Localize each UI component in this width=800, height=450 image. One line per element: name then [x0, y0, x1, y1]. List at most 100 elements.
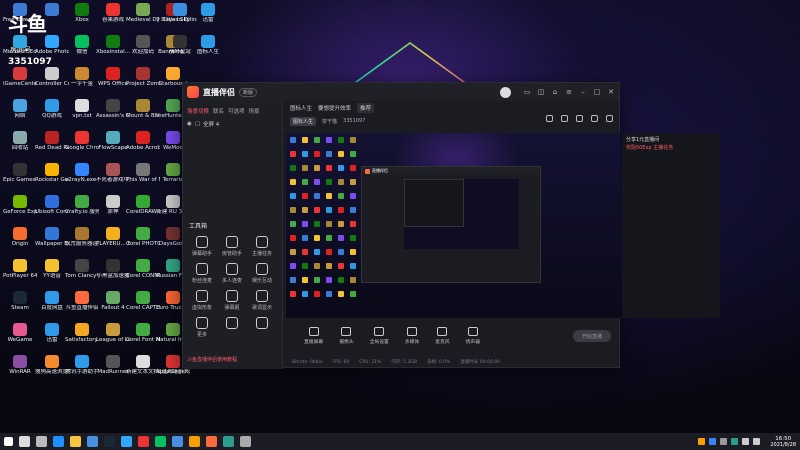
close-icon[interactable]: ✕	[607, 88, 615, 96]
app3-icon[interactable]	[206, 436, 217, 447]
scene-tab-1[interactable]: 图标人生	[290, 104, 312, 112]
desktop-shortcut[interactable]: GeForce Experience	[3, 194, 37, 225]
tray-app-icon[interactable]	[720, 438, 728, 445]
steam-icon[interactable]	[104, 436, 115, 447]
edge-icon[interactable]	[53, 436, 64, 447]
desktop-shortcut[interactable]: Xboxinstal...	[96, 34, 130, 65]
desktop-shortcut[interactable]: Tom Clancy's R...	[65, 258, 99, 289]
taskview-icon[interactable]	[36, 436, 47, 447]
desktop-shortcut[interactable]: Crafty.io 服务器列表	[65, 194, 99, 225]
desktop-shortcut[interactable]: PotPlayer 64 bit	[3, 258, 37, 289]
desktop-shortcut[interactable]: 一字千金	[66, 66, 98, 97]
volume-icon[interactable]	[753, 438, 761, 445]
desktop-shortcut[interactable]: Ubisoft Connect	[35, 194, 69, 225]
desktop-shortcut[interactable]: Adobe Photosh...	[35, 34, 69, 65]
desktop-shortcut[interactable]: 微信	[66, 34, 98, 65]
toolbox-item[interactable]: 更多	[187, 317, 217, 338]
wechat-icon[interactable]	[155, 436, 166, 447]
scene-row[interactable]: ◉ ▢ 全屏 4	[183, 117, 282, 131]
desktop-shortcut[interactable]: Corel CAPTUR...	[126, 290, 160, 321]
maximize-icon[interactable]: □	[593, 88, 601, 96]
control-button[interactable]: 麦克风	[435, 327, 450, 345]
tab-scene[interactable]: 场景	[249, 107, 260, 115]
desktop-shortcut[interactable]: League of Legends...	[96, 322, 130, 353]
desktop-shortcut[interactable]: This War of Mine	[126, 162, 160, 193]
toolbox-item[interactable]: 歌词显示	[247, 290, 277, 311]
layout-icon[interactable]	[546, 115, 553, 122]
app-title-bar[interactable]: 直播伴侣 新版 ▭ ◫ ⌂ ≡ – □ ✕	[183, 83, 619, 101]
app5-icon[interactable]	[240, 436, 251, 447]
scene-tab-3[interactable]: 推荐	[357, 103, 375, 113]
desktop-shortcut[interactable]: Satisfactory Experimen...	[65, 322, 99, 353]
desktop-shortcut[interactable]: 小黑盒加速器	[96, 258, 130, 289]
desktop-shortcut[interactable]: vpn.txt	[66, 98, 98, 129]
desktop-shortcut[interactable]: 网络	[4, 98, 36, 129]
desktop-shortcut[interactable]: Origin	[4, 226, 36, 257]
toolbox-item[interactable]: 房管助手	[217, 236, 247, 257]
ps-icon[interactable]	[121, 436, 132, 447]
desktop-shortcut[interactable]: 欢迎加码	[127, 34, 159, 65]
desktop-shortcut[interactable]: Project Zomboid	[126, 66, 160, 97]
desktop-shortcut[interactable]: Mount & Blade II...	[126, 98, 160, 129]
desktop-shortcut[interactable]: 搜狗高速浏览器	[35, 354, 69, 385]
desktop-shortcut[interactable]: Xbox	[66, 2, 98, 33]
desktop-shortcut[interactable]: PLAYERU... BATTLEGR...	[96, 226, 130, 257]
desktop-shortcut[interactable]: FlowScape	[97, 130, 129, 161]
settings-icon[interactable]	[591, 115, 598, 122]
search-icon[interactable]	[19, 436, 30, 447]
chrome-icon[interactable]	[138, 436, 149, 447]
desktop-shortcut[interactable]: Free Downlo...	[3, 2, 37, 33]
gift-icon[interactable]: ◫	[537, 88, 545, 96]
desktop-shortcut[interactable]: 不死者游戏中文 - 模组加载	[96, 162, 130, 193]
control-button[interactable]: 多媒体	[405, 327, 419, 345]
desktop-shortcut[interactable]: Google Chrome	[65, 130, 99, 161]
lock-icon[interactable]: ▢	[195, 121, 200, 127]
toolbox-item[interactable]	[217, 317, 247, 338]
desktop-shortcut[interactable]: 原神	[97, 194, 129, 225]
desktop-shortcut[interactable]: Controller Companion	[35, 66, 69, 97]
desktop-shortcut[interactable]: Rockstar Games...	[35, 162, 69, 193]
stream-preview[interactable]: 直播伴侣	[286, 133, 620, 318]
desktop-shortcut[interactable]: 图标人生	[192, 34, 224, 65]
desktop-shortcut[interactable]: 谷果游戏	[97, 2, 129, 33]
eye-icon[interactable]: ◉	[187, 121, 192, 127]
desktop-shortcut[interactable]: Assassin's Creed V...	[96, 98, 130, 129]
tray-app-icon[interactable]	[731, 438, 739, 445]
app4-icon[interactable]	[223, 436, 234, 447]
screenshot-icon[interactable]	[561, 115, 568, 122]
tutorial-link[interactable]: 斗鱼直播伴侣使用教程	[187, 356, 237, 363]
live-companion-window[interactable]: 直播伴侣 新版 ▭ ◫ ⌂ ≡ – □ ✕ 场景切换 联名 可选项 场景 ◉ ▢…	[182, 82, 720, 369]
desktop-shortcut[interactable]: QQ游戏	[36, 98, 68, 129]
share-task[interactable]: 分享1元直播间	[622, 133, 720, 143]
desktop-shortcut[interactable]: Fallout 4	[97, 290, 129, 321]
app2-icon[interactable]	[189, 436, 200, 447]
desktop-shortcut[interactable]: v2rayN.exe - 快捷方式	[65, 162, 99, 193]
toolbox-item[interactable]	[247, 317, 277, 338]
minimize-icon[interactable]: –	[579, 88, 587, 96]
desktop-shortcut[interactable]: 饥荒服务器运宝	[65, 226, 99, 257]
desktop-shortcut[interactable]: Microsoft Edge	[3, 34, 37, 65]
toolbox-item[interactable]: 娱乐互动	[247, 263, 277, 284]
tab-scene-switch[interactable]: 场景切换	[187, 107, 209, 115]
room-tag[interactable]: 图标人生	[290, 116, 317, 126]
desktop-shortcut[interactable]: iGameCenter	[3, 66, 37, 97]
avatar[interactable]	[500, 86, 511, 98]
desktop-shortcut[interactable]: CorelDRAW X8 (64-Bit)	[126, 194, 160, 225]
control-button[interactable]: 摄像头	[339, 327, 354, 345]
desktop-shortcut[interactable]: 回收站	[4, 130, 36, 161]
start-icon[interactable]	[4, 437, 13, 446]
clock[interactable]: 16:50 2021/8/28	[770, 436, 796, 448]
network-icon[interactable]	[742, 438, 750, 445]
desktop-shortcut[interactable]: 腾讯手游助手	[65, 354, 99, 385]
toolbox-item[interactable]: 弹幕助手	[187, 236, 217, 257]
desktop-shortcut[interactable]: Corel PHOTO-P...	[126, 226, 160, 257]
tab-options[interactable]: 可选项	[228, 107, 245, 115]
desktop-shortcut[interactable]: 百度网盘	[36, 290, 68, 321]
desktop-shortcut[interactable]: WinRAR	[4, 354, 36, 385]
toolbox-item[interactable]: 虚拟形象	[187, 290, 217, 311]
start-live-button[interactable]: 开始直播	[573, 330, 611, 342]
desktop-shortcut[interactable]: Red Dead Redempti...	[35, 130, 69, 161]
desktop-shortcut[interactable]: Steam	[4, 290, 36, 321]
desktop-shortcut[interactable]: 迅雷	[192, 2, 224, 33]
toolbox-item[interactable]: 多人连麦	[217, 263, 247, 284]
